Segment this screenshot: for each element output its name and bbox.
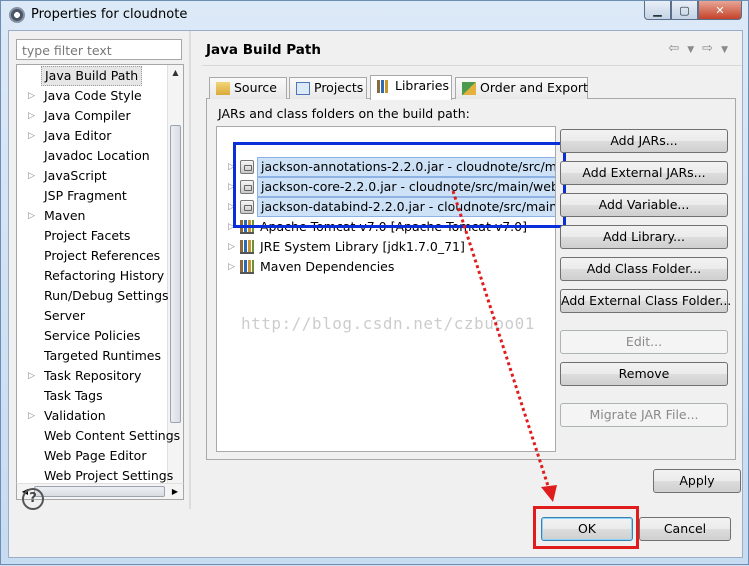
tab-label: Order and Export bbox=[480, 80, 588, 95]
expand-arrow-icon[interactable]: ▷ bbox=[228, 197, 235, 217]
source-folder-icon bbox=[216, 82, 230, 95]
scroll-thumb[interactable] bbox=[170, 125, 181, 423]
menu-chevron-down-icon[interactable]: ▼ bbox=[721, 45, 730, 55]
expand-arrow-icon[interactable]: ▷ bbox=[28, 126, 35, 146]
tree-item-label: Targeted Runtimes bbox=[44, 348, 161, 363]
libraries-list[interactable]: ▷ jackson-annotations-2.2.0.jar - cloudno… bbox=[216, 126, 556, 452]
tab-label: Projects bbox=[314, 80, 364, 95]
jar-icon bbox=[240, 160, 254, 174]
forward-arrow-icon[interactable]: ⇨ bbox=[702, 41, 715, 56]
library-icon bbox=[240, 260, 254, 274]
tab-libraries[interactable]: Libraries bbox=[370, 75, 452, 100]
watermark: http://blog.csdn.net/czbuoo01 bbox=[241, 314, 535, 333]
remove-button[interactable]: Remove bbox=[560, 362, 728, 386]
tree-item-label: Java Editor bbox=[44, 128, 112, 143]
tree-item-label: Run/Debug Settings bbox=[44, 288, 169, 303]
tab-label: Source bbox=[234, 80, 277, 95]
projects-icon bbox=[296, 82, 310, 95]
preference-tree[interactable]: ▲ ▼ Java Build Path▷Java Code Style▷Java… bbox=[16, 64, 184, 500]
add-class-folder-button[interactable]: Add Class Folder... bbox=[560, 257, 728, 281]
tree-item-label: Java Build Path bbox=[41, 66, 143, 86]
tree-item-label: JSP Fragment bbox=[44, 188, 127, 203]
add-jars-button[interactable]: Add JARs... bbox=[560, 129, 728, 153]
order-export-icon bbox=[462, 82, 476, 95]
add-external-jars-button[interactable]: Add External JARs... bbox=[560, 161, 728, 185]
expand-arrow-icon[interactable]: ▷ bbox=[228, 177, 235, 197]
title-bar: Properties for cloudnote ▁ ▢ ✕ bbox=[1, 1, 748, 29]
page-navigation: ⇦ ▼ ⇨ ▼ bbox=[662, 41, 730, 56]
library-entry-label: jackson-annotations-2.2.0.jar - cloudnot… bbox=[257, 157, 555, 177]
menu-chevron-down-icon[interactable]: ▼ bbox=[687, 45, 696, 55]
expand-arrow-icon[interactable]: ▷ bbox=[228, 257, 235, 277]
apply-button[interactable]: Apply bbox=[653, 469, 741, 493]
expand-arrow-icon[interactable]: ▷ bbox=[28, 106, 35, 126]
jar-icon bbox=[240, 200, 254, 214]
expand-arrow-icon[interactable]: ▷ bbox=[28, 166, 35, 186]
tab-order-and-export[interactable]: Order and Export bbox=[455, 77, 588, 99]
help-icon[interactable]: ? bbox=[22, 488, 44, 510]
libraries-heading: JARs and class folders on the build path… bbox=[218, 106, 470, 121]
library-entry-label: Maven Dependencies bbox=[260, 259, 395, 274]
libraries-icon bbox=[377, 80, 391, 93]
library-entry-label: jackson-core-2.2.0.jar - cloudnote/src/m… bbox=[257, 177, 555, 197]
minimize-button[interactable]: ▁ bbox=[644, 1, 671, 20]
scroll-up-icon[interactable]: ▲ bbox=[168, 65, 183, 81]
library-entry-label: JRE System Library [jdk1.7.0_71] bbox=[260, 239, 465, 254]
maximize-button[interactable]: ▢ bbox=[671, 1, 698, 20]
close-button[interactable]: ✕ bbox=[698, 1, 742, 20]
tree-item-label: Java Compiler bbox=[44, 108, 131, 123]
library-icon bbox=[240, 220, 254, 234]
expand-arrow-icon[interactable]: ▷ bbox=[228, 237, 235, 257]
tree-item-label: Validation bbox=[44, 408, 106, 423]
eclipse-gear-icon bbox=[9, 7, 25, 23]
tree-item-label: Maven bbox=[44, 208, 86, 223]
tree-item-label: Project References bbox=[44, 248, 161, 263]
filter-input[interactable]: type filter text bbox=[16, 39, 182, 60]
tree-item-label: Task Tags bbox=[44, 388, 103, 403]
tab-source[interactable]: Source bbox=[209, 77, 287, 99]
library-icon bbox=[240, 240, 254, 254]
tree-item-label: Java Code Style bbox=[44, 88, 142, 103]
add-library-button[interactable]: Add Library... bbox=[560, 225, 728, 249]
expand-arrow-icon[interactable]: ▷ bbox=[28, 206, 35, 226]
pane-divider[interactable] bbox=[189, 31, 191, 509]
tree-item-label: Refactoring History bbox=[44, 268, 165, 283]
library-entry-label: Apache Tomcat v7.0 [Apache Tomcat v7.0] bbox=[260, 219, 527, 234]
edit-button[interactable]: Edit... bbox=[560, 330, 728, 354]
jar-icon bbox=[240, 180, 254, 194]
back-arrow-icon[interactable]: ⇦ bbox=[668, 41, 681, 56]
expand-arrow-icon[interactable]: ▷ bbox=[28, 86, 35, 106]
scroll-thumb[interactable] bbox=[34, 486, 165, 497]
tree-item-label: Service Policies bbox=[44, 328, 141, 343]
scroll-right-icon[interactable]: ▶ bbox=[167, 484, 183, 499]
title-separator bbox=[202, 65, 742, 66]
tree-item-label: Server bbox=[44, 308, 85, 323]
window-title: Properties for cloudnote bbox=[31, 7, 188, 22]
page-title: Java Build Path bbox=[206, 42, 321, 58]
add-external-class-folder-button[interactable]: Add External Class Folder... bbox=[560, 289, 731, 313]
tree-item-label: Project Facets bbox=[44, 228, 131, 243]
cancel-button[interactable]: Cancel bbox=[639, 517, 731, 541]
ok-button[interactable]: OK bbox=[541, 517, 633, 541]
expand-arrow-icon[interactable]: ▷ bbox=[28, 406, 35, 426]
dialog-client-area: type filter text ▲ ▼ Java Build Path ▷ Jav… bbox=[8, 30, 743, 558]
add-variable-button[interactable]: Add Variable... bbox=[560, 193, 728, 217]
library-entry-label: jackson-databind-2.2.0.jar - cloudnote/s… bbox=[257, 197, 555, 217]
window-controls: ▁ ▢ ✕ bbox=[644, 1, 742, 20]
tree-item-label: Task Repository bbox=[44, 368, 142, 383]
expand-arrow-icon[interactable]: ▷ bbox=[228, 157, 235, 177]
tab-projects[interactable]: Projects bbox=[289, 77, 367, 99]
tab-label: Libraries bbox=[395, 78, 449, 93]
tree-item-label: Javadoc Location bbox=[44, 148, 150, 163]
migrate-jar-button[interactable]: Migrate JAR File... bbox=[560, 403, 728, 427]
expand-arrow-icon[interactable]: ▷ bbox=[228, 217, 235, 237]
tree-item-label: JavaScript bbox=[44, 168, 107, 183]
properties-dialog: Properties for cloudnote ▁ ▢ ✕ type filt… bbox=[0, 0, 749, 565]
expand-arrow-icon[interactable]: ▷ bbox=[28, 366, 35, 386]
tree-item-label: Web Page Editor bbox=[44, 448, 147, 463]
tree-item-label: Web Content Settings bbox=[44, 428, 181, 443]
